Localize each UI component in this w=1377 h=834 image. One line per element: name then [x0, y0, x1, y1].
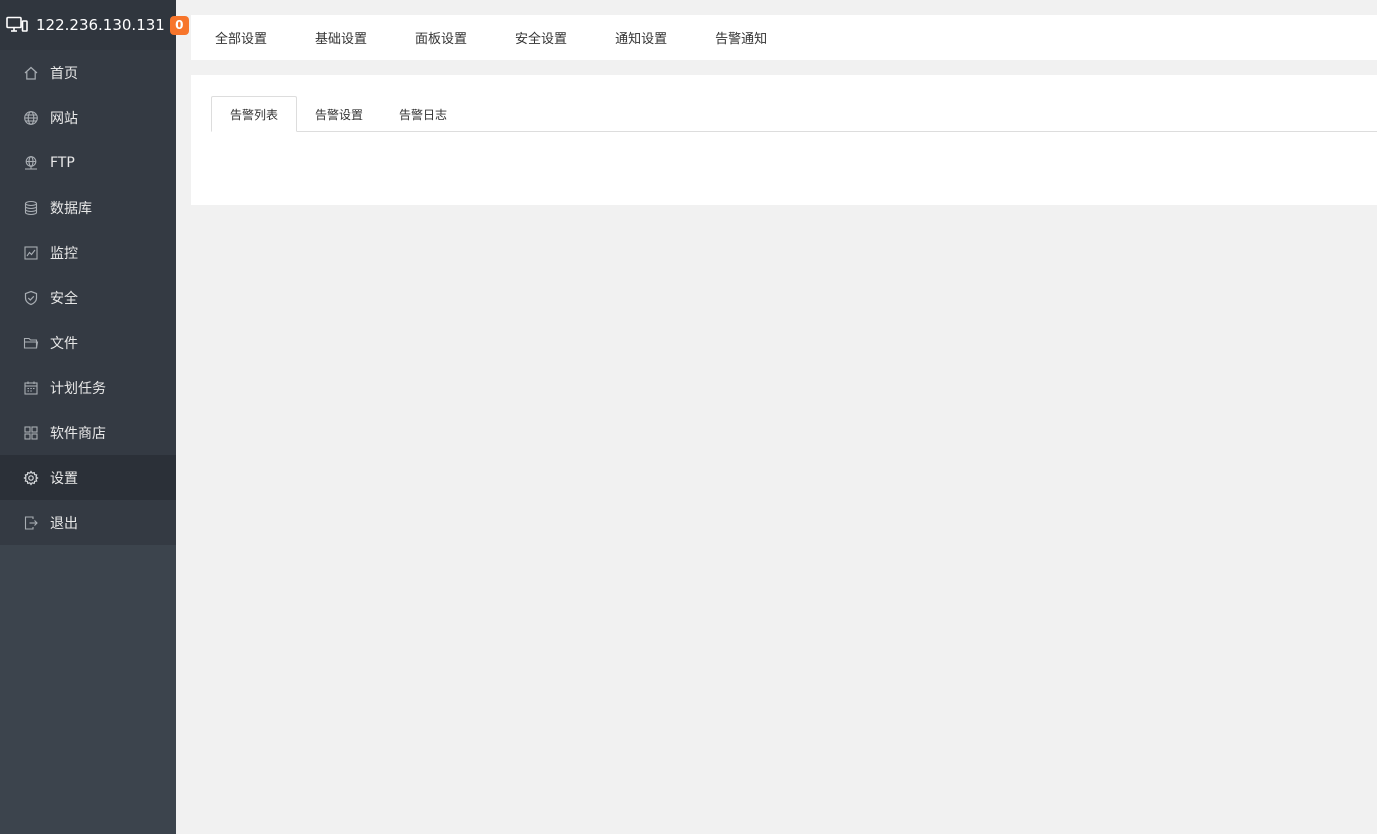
- sidebar-item-label: 退出: [50, 515, 78, 532]
- sidebar: 122.236.130.131 0 首页 网站 FTP 数据库 监控 安全 文件…: [0, 0, 189, 834]
- sidebar-item-website[interactable]: 网站: [0, 95, 176, 140]
- server-ip: 122.236.130.131: [36, 16, 165, 34]
- sidebar-item-label: 设置: [50, 470, 78, 487]
- sidebar-item-ftp[interactable]: FTP: [0, 140, 176, 185]
- tab-basic-settings[interactable]: 基础设置: [315, 28, 367, 47]
- tab-panel-settings[interactable]: 面板设置: [415, 28, 467, 47]
- tab-alert-notifications[interactable]: 告警通知: [715, 28, 767, 47]
- sidebar-item-cron[interactable]: 计划任务: [0, 365, 176, 410]
- sidebar-empty-area: [0, 545, 176, 834]
- server-header[interactable]: 122.236.130.131 0: [0, 0, 189, 50]
- alert-panel: 告警列表 告警设置 告警日志: [191, 75, 1377, 205]
- sidebar-item-files[interactable]: 文件: [0, 320, 176, 365]
- sidebar-item-label: 计划任务: [50, 380, 106, 397]
- shield-icon: [23, 290, 39, 306]
- sidebar-item-logout[interactable]: 退出: [0, 500, 176, 545]
- settings-tab-bar: 全部设置 基础设置 面板设置 安全设置 通知设置 告警通知: [191, 15, 1377, 60]
- ftp-icon: [23, 155, 39, 171]
- logout-icon: [23, 515, 39, 531]
- tab-notification-settings[interactable]: 通知设置: [615, 28, 667, 47]
- monitor-chart-icon: [23, 245, 39, 261]
- folder-icon: [23, 335, 39, 351]
- sidebar-item-database[interactable]: 数据库: [0, 185, 176, 230]
- sidebar-item-label: 数据库: [50, 200, 92, 217]
- sidebar-item-label: 文件: [50, 335, 78, 352]
- sidebar-item-label: 网站: [50, 110, 78, 127]
- gear-icon: [23, 469, 39, 486]
- home-icon: [23, 65, 39, 81]
- apps-grid-icon: [23, 425, 39, 441]
- sidebar-item-home[interactable]: 首页: [0, 50, 176, 95]
- sidebar-item-monitor[interactable]: 监控: [0, 230, 176, 275]
- subtab-alert-list[interactable]: 告警列表: [211, 96, 298, 132]
- sidebar-item-label: 安全: [50, 290, 78, 307]
- subtab-alert-settings[interactable]: 告警设置: [297, 96, 381, 132]
- sidebar-item-label: 软件商店: [50, 425, 106, 442]
- database-icon: [23, 200, 39, 216]
- subtab-alert-logs[interactable]: 告警日志: [381, 96, 465, 132]
- sidebar-item-settings[interactable]: 设置: [0, 455, 176, 500]
- calendar-icon: [23, 380, 39, 396]
- sidebar-item-label: FTP: [50, 154, 75, 171]
- sidebar-item-security[interactable]: 安全: [0, 275, 176, 320]
- alert-subtab-bar: 告警列表 告警设置 告警日志: [211, 96, 1377, 132]
- tab-security-settings[interactable]: 安全设置: [515, 28, 567, 47]
- tab-all-settings[interactable]: 全部设置: [215, 28, 267, 47]
- monitor-icon: [6, 16, 28, 34]
- notification-badge[interactable]: 0: [169, 15, 189, 35]
- globe-icon: [23, 110, 39, 126]
- sidebar-item-label: 首页: [50, 65, 78, 82]
- sidebar-item-app-store[interactable]: 软件商店: [0, 410, 176, 455]
- sidebar-item-label: 监控: [50, 245, 78, 262]
